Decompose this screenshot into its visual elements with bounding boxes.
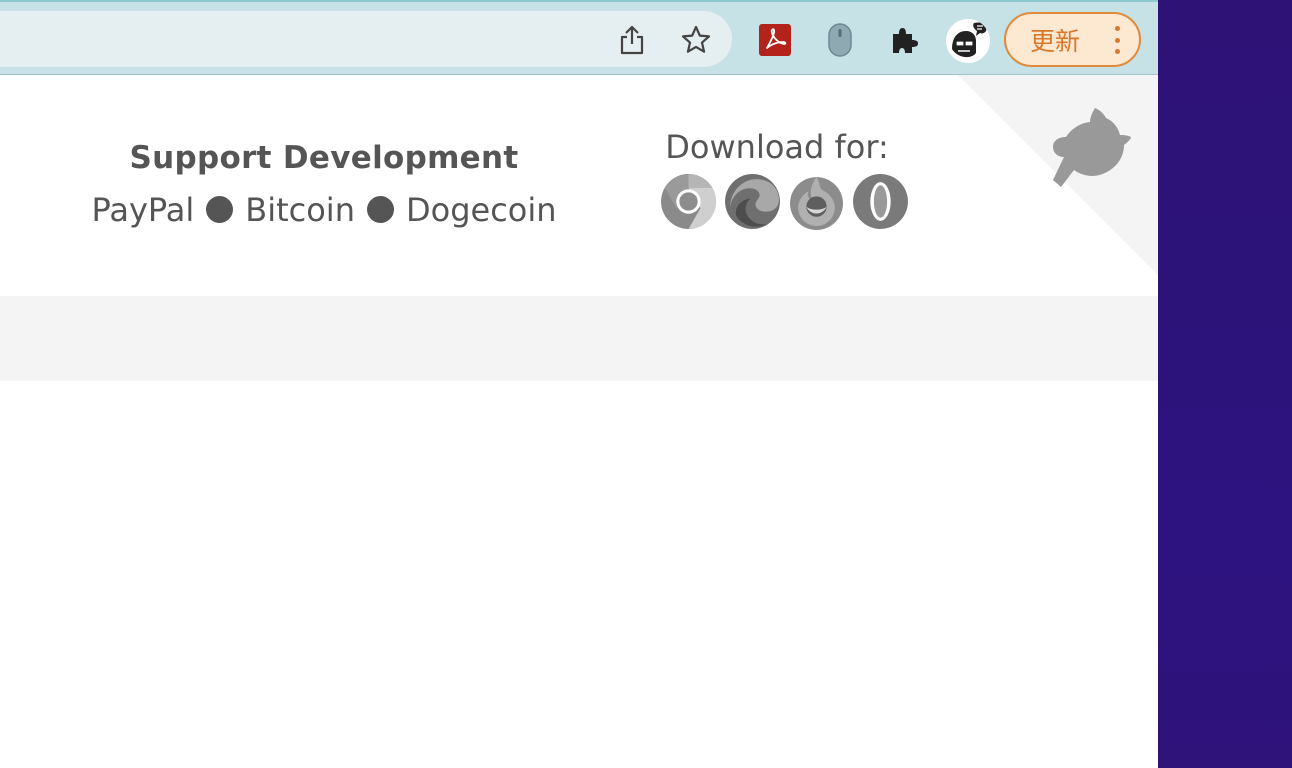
dogecoin-link[interactable]: Dogecoin bbox=[406, 191, 557, 229]
support-title: Support Development bbox=[129, 140, 519, 176]
edge-icon[interactable] bbox=[724, 173, 781, 230]
browser-links bbox=[660, 173, 909, 230]
update-button-label: 更新 bbox=[1030, 26, 1081, 56]
acrobat-extension-icon[interactable] bbox=[758, 23, 792, 57]
mouse-extension-icon[interactable] bbox=[824, 22, 856, 58]
firefox-icon[interactable] bbox=[788, 173, 845, 230]
bookmark-star-icon[interactable] bbox=[676, 20, 716, 60]
extensions-puzzle-icon[interactable] bbox=[886, 22, 922, 58]
share-icon[interactable] bbox=[612, 20, 652, 60]
browser-window: 更新 Support Development PayPal Bitcoin Doge… bbox=[0, 0, 1158, 768]
support-links: PayPal Bitcoin Dogecoin bbox=[60, 188, 588, 232]
opera-icon[interactable] bbox=[852, 173, 909, 230]
browser-toolbar: 更新 bbox=[0, 0, 1158, 75]
chrome-icon[interactable] bbox=[660, 173, 717, 230]
separator-dot bbox=[206, 195, 234, 223]
download-section: Download for: bbox=[656, 125, 908, 230]
profile-avatar[interactable] bbox=[946, 19, 990, 63]
content-band bbox=[0, 296, 1158, 381]
download-title: Download for: bbox=[665, 128, 889, 166]
github-corner[interactable] bbox=[958, 75, 1158, 275]
update-button[interactable]: 更新 bbox=[1004, 12, 1141, 67]
support-development-section: Support Development PayPal Bitcoin Dogecoi… bbox=[60, 136, 588, 232]
separator-dot bbox=[366, 195, 394, 223]
desktop-background bbox=[1158, 0, 1292, 768]
paypal-link[interactable]: PayPal bbox=[91, 191, 194, 229]
bitcoin-link[interactable]: Bitcoin bbox=[245, 191, 355, 229]
kebab-menu-icon[interactable] bbox=[1113, 26, 1121, 54]
